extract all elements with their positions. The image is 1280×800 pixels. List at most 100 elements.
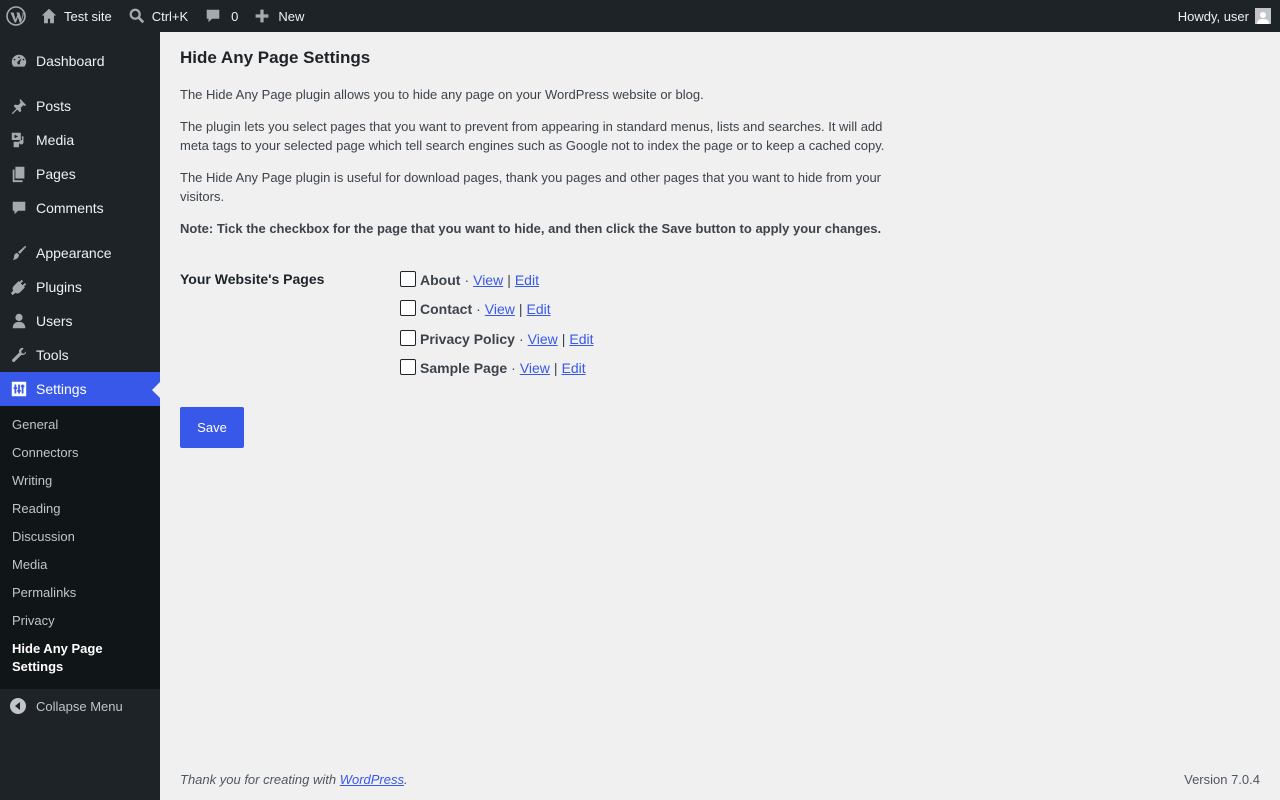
submenu-item-permalinks[interactable]: Permalinks [0, 579, 160, 607]
submenu-item-connectors[interactable]: Connectors [0, 439, 160, 467]
separator-dot: · [518, 330, 524, 347]
separator-pipe: | [507, 271, 511, 288]
sidebar-item-label: Dashboard [36, 53, 105, 69]
media-icon [11, 132, 24, 148]
plus-icon [256, 9, 269, 23]
sidebar-item-plugins[interactable]: Plugins [0, 270, 160, 304]
sidebar-item-label: Pages [36, 166, 76, 182]
separator-dot: · [464, 271, 470, 288]
pages-list: About · View | Edit Contact · View | Edi… [400, 262, 593, 383]
comments-link[interactable]: 0 [196, 0, 246, 32]
sidebar-item-settings[interactable]: Settings [0, 372, 160, 406]
footer-thanks-suffix: . [404, 772, 408, 787]
search-shortcut-button[interactable]: Ctrl+K [120, 0, 196, 32]
page-name: Contact [420, 301, 473, 318]
footer-thanks-prefix: Thank you for creating with [180, 772, 340, 787]
main-content: Hide Any Page Settings The Hide Any Page… [160, 32, 1280, 800]
settings-submenu: General Connectors Writing Reading Discu… [0, 406, 160, 689]
view-link-privacy-policy[interactable]: View [528, 331, 558, 347]
sidebar-item-label: Comments [36, 200, 104, 216]
submenu-item-reading[interactable]: Reading [0, 495, 160, 523]
admin-sidebar: Dashboard Posts Media Pages Comments App… [0, 32, 160, 800]
edit-link-about[interactable]: Edit [515, 272, 539, 288]
separator-pipe: | [518, 301, 523, 318]
view-link-about[interactable]: View [473, 272, 503, 288]
edit-link-contact[interactable]: Edit [527, 301, 551, 317]
save-button[interactable]: Save [180, 407, 244, 448]
howdy-text: Howdy, user [1177, 8, 1249, 24]
view-link-contact[interactable]: View [485, 301, 515, 317]
site-name: Test site [64, 8, 112, 24]
sidebar-item-media[interactable]: Media [0, 123, 160, 157]
settings-sliders-icon [11, 381, 27, 397]
wordpress-link[interactable]: WordPress [340, 772, 404, 787]
sidebar-item-posts[interactable]: Posts [0, 89, 160, 123]
pages-form-row: Your Website's Pages About · View | Edit… [180, 262, 1280, 383]
admin-footer: Thank you for creating with WordPress. V… [180, 772, 1260, 787]
hide-page-checkbox-contact[interactable] [400, 300, 416, 317]
sidebar-item-label: Posts [36, 98, 72, 114]
sidebar-item-pages[interactable]: Pages [0, 157, 160, 191]
collapse-arrow-icon [10, 698, 26, 714]
sidebar-item-appearance[interactable]: Appearance [0, 236, 160, 270]
submenu-item-privacy[interactable]: Privacy [0, 607, 160, 635]
submenu-item-writing[interactable]: Writing [0, 467, 160, 495]
submenu-item-discussion[interactable]: Discussion [0, 523, 160, 551]
comment-icon [12, 201, 26, 215]
submenu-item-media[interactable]: Media [0, 551, 160, 579]
page-row-sample-page: Sample Page · View | Edit [400, 354, 593, 384]
intro-paragraph: The Hide Any Page plugin allows you to h… [180, 87, 704, 102]
user-avatar-icon [1257, 12, 1269, 24]
separator-pipe: | [561, 330, 566, 347]
edit-link-sample-page[interactable]: Edit [562, 360, 586, 376]
user-account-menu[interactable]: Howdy, user [1170, 0, 1280, 32]
note-paragraph: Note: Tick the checkbox for the page tha… [180, 221, 882, 236]
dashboard-icon [11, 54, 27, 67]
sidebar-item-label: Plugins [36, 279, 82, 295]
comment-icon [206, 9, 220, 23]
search-icon [129, 8, 144, 24]
site-name-link[interactable]: Test site [32, 0, 120, 32]
sidebar-item-label: Users [36, 313, 73, 329]
hide-page-checkbox-about[interactable] [400, 270, 416, 287]
avatar [1255, 8, 1271, 24]
page-row-contact: Contact · View | Edit [400, 295, 593, 325]
home-icon [41, 8, 57, 24]
footer-thanks: Thank you for creating with WordPress. [180, 772, 408, 787]
hide-page-checkbox-privacy-policy[interactable] [400, 329, 416, 346]
user-icon [12, 313, 26, 329]
hide-page-checkbox-sample-page[interactable] [400, 359, 416, 376]
collapse-menu-label: Collapse Menu [36, 698, 123, 714]
collapse-menu-button[interactable]: Collapse Menu [0, 689, 160, 723]
sidebar-item-comments[interactable]: Comments [0, 191, 160, 225]
page-name: About [420, 271, 461, 288]
page-name: Sample Page [420, 360, 508, 377]
wordpress-logo-button[interactable] [0, 0, 32, 32]
edit-link-privacy-policy[interactable]: Edit [569, 331, 593, 347]
separator-pipe: | [553, 360, 558, 377]
sidebar-item-label: Appearance [36, 245, 112, 261]
separator-dot: · [476, 301, 481, 318]
separator-dot: · [511, 360, 516, 377]
sidebar-item-tools[interactable]: Tools [0, 338, 160, 372]
wordpress-logo-icon [6, 6, 26, 26]
comments-count: 0 [231, 8, 239, 24]
new-content-button[interactable]: New [246, 0, 312, 32]
submenu-item-general[interactable]: General [0, 411, 160, 439]
admin-bar: Test site Ctrl+K 0 New Howdy, user [0, 0, 1280, 32]
pages-label: Your Website's Pages [180, 271, 325, 287]
submenu-item-hide-any-page-settings[interactable]: Hide Any Page Settings [0, 635, 160, 681]
search-shortcut-label: Ctrl+K [151, 8, 189, 24]
wrench-icon [11, 347, 27, 363]
plug-icon [10, 279, 27, 296]
page-row-about: About · View | Edit [400, 265, 593, 295]
sidebar-item-label: Media [36, 132, 75, 148]
sidebar-item-label: Settings [36, 381, 87, 397]
sidebar-item-dashboard[interactable]: Dashboard [0, 44, 160, 78]
page-row-privacy-policy: Privacy Policy · View | Edit [400, 324, 593, 354]
page-name: Privacy Policy [420, 330, 515, 347]
view-link-sample-page[interactable]: View [520, 360, 550, 376]
sidebar-item-users[interactable]: Users [0, 304, 160, 338]
pin-icon [11, 98, 27, 115]
brush-icon [12, 245, 27, 261]
